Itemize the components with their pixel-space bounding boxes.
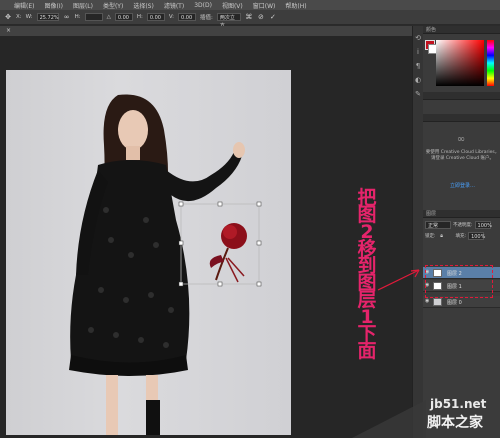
watermark-domain: jb51.net [430,397,487,411]
menu-image[interactable]: 图像(I) [44,1,62,10]
cancel-icon[interactable]: ⊘ [257,13,265,21]
v-skew-field[interactable]: 0.00 [178,13,197,21]
layer-name[interactable]: 图层 0 [447,299,462,306]
cc-login-message: 要使用 Creative Cloud Libraries，请登录 Creativ… [425,150,500,161]
h-skew-field[interactable]: 0.00 [146,13,165,21]
libraries-panel-header [423,114,500,122]
color-field[interactable] [436,40,484,86]
cc-login-link[interactable]: 立即登录… [425,182,500,189]
brush-icon[interactable]: ✎ [414,90,422,98]
close-tab-icon[interactable]: × [6,27,11,34]
adjust-icon[interactable]: ◐ [414,76,422,84]
layers-panel-header: 图层 [423,210,500,218]
blend-mode-select[interactable]: 正常 [425,220,451,229]
angle-field[interactable]: 0.00 [114,13,133,21]
fill-label: 填充: [455,233,467,239]
menu-view[interactable]: 视图(V) [222,1,243,10]
x-label: X: [16,14,22,20]
watermark-name: 脚本之家 [427,415,483,431]
lock-label: 锁定: [425,233,436,239]
options-bar: ✥ X: W: 25.72% ∞ H: △ 0.00 H: 0.00 V: 0.… [0,10,500,29]
hue-slider[interactable] [487,40,494,86]
menu-filter[interactable]: 滤镜(T) [164,1,184,10]
interpolation-select[interactable]: 两次立方 [216,13,241,29]
lock-row: 锁定: 🔒︎ 填充: 100% [425,231,500,240]
menu-help[interactable]: 帮助(H) [285,1,306,10]
color-panel-title: 颜色 [426,27,437,33]
info-icon[interactable]: i [414,48,422,56]
menu-3d[interactable]: 3D(D) [194,2,212,9]
watermark-logo [352,400,426,438]
creative-cloud-icon: ∞ [456,134,466,145]
interpolation-label: 插值: [200,15,213,21]
annotation-text: 把 图 2 移 到 图 层 1 下 面 [356,189,378,362]
layers-panel-title: 图层 [426,211,437,217]
swatch-panel-header [423,92,500,100]
menu-select[interactable]: 选择(S) [133,1,154,10]
link-icon[interactable]: ∞ [63,13,71,21]
opacity-label: 不透明度: [453,222,473,228]
fill-field[interactable]: 100% [468,231,485,240]
height-percent-field[interactable] [84,13,103,21]
paragraph-icon[interactable]: ¶ [414,62,422,70]
history-icon[interactable]: ⟲ [414,34,422,42]
highlight-box [425,265,493,298]
visibility-eye-icon[interactable]: ◉ [425,299,430,304]
woman-photo-illustration [69,94,262,435]
layers-options-row: 正常 不透明度: 100% [425,220,500,229]
layer-thumbnail [433,298,442,306]
h-label: H: [74,14,81,20]
photo-canvas[interactable] [6,70,291,435]
w-label: W: [25,14,33,20]
annotation-char: 面 [357,340,377,362]
menu-type[interactable]: 类型(Y) [103,1,123,10]
annotation-arrow [377,269,420,291]
color-panel-header: 颜色 [423,26,500,34]
menu-edit[interactable]: 编辑(E) [14,1,34,10]
angle-label: △ [106,14,111,20]
commit-check-icon[interactable]: ✓ [269,13,277,21]
h-skew-label: H: [136,14,143,20]
width-percent-field[interactable]: 25.72% [36,13,59,21]
warp-icon[interactable]: ⌘ [245,13,253,21]
move-icon[interactable]: ✥ [4,13,12,21]
v-skew-label: V: [168,14,175,20]
menu-layer[interactable]: 图层(L) [73,1,93,10]
lock-icon[interactable]: 🔒︎ [438,232,446,240]
menu-bar: 编辑(E) 图像(I) 图层(L) 类型(Y) 选择(S) 滤镜(T) 3D(D… [0,0,500,10]
document-tab[interactable]: × [0,26,412,36]
menu-window[interactable]: 窗口(W) [253,1,276,10]
opacity-field[interactable]: 100% [474,220,492,229]
